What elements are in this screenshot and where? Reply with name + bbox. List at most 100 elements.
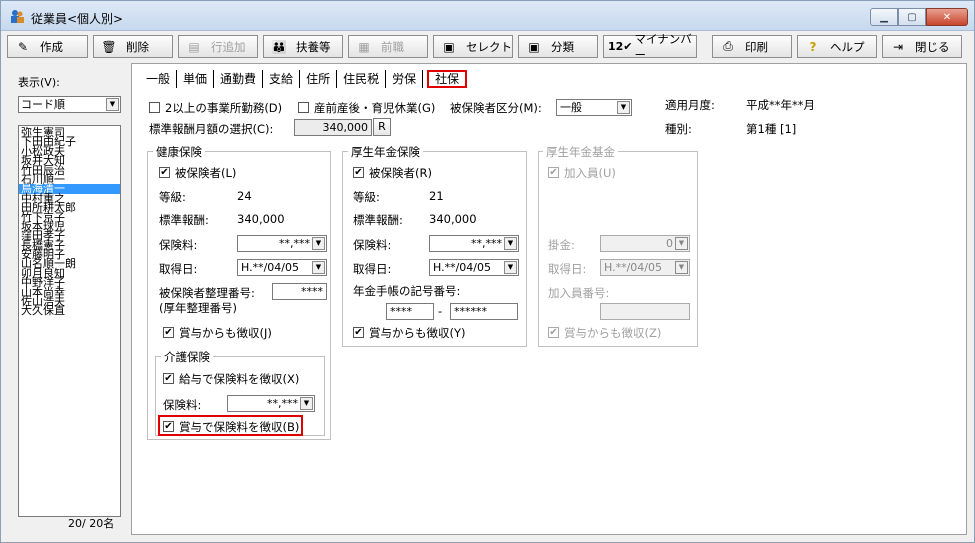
maternity-label: 産前産後・育児休業(G): [314, 101, 436, 115]
pension-book-field-1[interactable]: ****: [386, 303, 434, 320]
insured-class-value: 一般: [560, 101, 582, 114]
fund-premium-field[interactable]: 0 ▼: [600, 235, 690, 252]
family-icon: 👪: [271, 39, 287, 54]
list-item[interactable]: 大久保直: [19, 305, 120, 316]
fund-bonus-label: 賞与からも徴収(Z): [564, 326, 662, 340]
health-std-value: 340,000: [237, 212, 285, 226]
classify-icon: ▣: [528, 39, 540, 54]
tab-4[interactable]: 住所: [300, 70, 338, 88]
fund-number-label: 加入員番号:: [548, 286, 610, 300]
fund-date-value: H.**/04/05: [604, 261, 662, 274]
close-button[interactable]: ⇥ 閉じる: [882, 35, 962, 58]
care-insurance-title: 介護保険: [161, 349, 213, 365]
print-label: 印刷: [745, 39, 768, 54]
health-premium-label: 保険料:: [159, 238, 198, 252]
help-button[interactable]: ? ヘルプ: [797, 35, 877, 58]
fund-member-label: 加入員(U): [564, 166, 616, 180]
pencil-icon: ✎: [17, 39, 29, 54]
tab-bar: 一般 単価 通勤費 支給 住所 住民税 労保 社保: [140, 70, 468, 88]
care-premium-field[interactable]: **,*** ▼: [227, 395, 315, 412]
display-label: 表示(V):: [18, 76, 60, 89]
chevron-down-icon: ▼: [106, 98, 119, 111]
tab-2[interactable]: 通勤費: [214, 70, 264, 88]
health-bonus-checkbox[interactable]: [163, 327, 174, 338]
tab-7[interactable]: 社保: [427, 70, 468, 88]
r-button[interactable]: R: [373, 118, 391, 136]
fund-date-label: 取得日:: [548, 262, 587, 276]
insured-class-label: 被保険者区分(M):: [450, 101, 542, 115]
dependents-label: 扶養等: [296, 39, 331, 54]
pension-title: 厚生年金保険: [348, 144, 423, 160]
delete-button[interactable]: 🗑 削除: [93, 35, 173, 58]
select-label: セレクト: [466, 39, 512, 54]
care-bonus-label: 賞与で保険料を徴収(B): [179, 420, 300, 434]
care-salary-label: 給与で保険料を徴収(X): [179, 372, 300, 386]
table-icon: ▤: [188, 39, 200, 54]
employee-list[interactable]: 弥生憲司 下田由紀子 小松政夫 坂井大知 竹田辰治 石川順一 鳥海清一 中村重之 田所耕太郎 竹下…: [18, 125, 121, 517]
minimize-button[interactable]: ▁: [870, 8, 898, 26]
std-select-field[interactable]: 340,000: [294, 119, 372, 136]
maximize-button[interactable]: ▢: [898, 8, 926, 26]
fund-member-checkbox[interactable]: [548, 167, 559, 178]
care-salary-checkbox[interactable]: [163, 373, 174, 384]
chevron-down-icon: ▼: [675, 237, 688, 250]
pension-book-field-2[interactable]: ******: [450, 303, 518, 320]
tab-6[interactable]: 労保: [386, 70, 424, 88]
close-window-button[interactable]: ✕: [926, 8, 968, 26]
fund-premium-label: 掛金:: [548, 238, 575, 252]
tab-0[interactable]: 一般: [140, 70, 178, 88]
health-number-field[interactable]: ****: [272, 283, 327, 300]
dependents-button[interactable]: 👪 扶養等: [263, 35, 343, 58]
health-insurance-title: 健康保険: [153, 144, 205, 160]
chevron-down-icon: ▼: [617, 101, 630, 114]
mynumber-label: マイナンバー: [634, 31, 692, 62]
pension-premium-value: **,***: [471, 237, 502, 250]
mynumber-button[interactable]: 12✔ マイナンバー: [603, 32, 697, 62]
care-bonus-checkbox[interactable]: [163, 421, 174, 432]
create-button[interactable]: ✎ 作成: [7, 35, 88, 58]
pension-std-label: 標準報酬:: [353, 213, 403, 227]
pension-book-label: 年金手帳の記号番号:: [353, 284, 461, 298]
pension-insured-label: 被保険者(R): [369, 166, 432, 180]
chevron-down-icon: ▼: [504, 261, 517, 274]
detail-panel: 一般 単価 通勤費 支給 住所 住民税 労保 社保 2以上の事業所勤務(D) 産前産後・育児休…: [131, 63, 967, 535]
employee-panel: 表示(V): コード順 ▼ 弥生憲司 下田由紀子 小松政夫 坂井大知 竹田辰治 石川順一鳥…: [6, 63, 126, 535]
insured-class-select[interactable]: 一般 ▼: [556, 99, 632, 116]
classify-label: 分類: [551, 39, 574, 54]
help-icon: ?: [809, 39, 817, 54]
pension-grade-value: 21: [429, 189, 444, 203]
classify-button[interactable]: ▣ 分類: [518, 35, 598, 58]
maternity-checkbox[interactable]: [298, 102, 309, 113]
close-icon: ✕: [942, 11, 952, 23]
fund-date-field[interactable]: H.**/04/05 ▼: [600, 259, 690, 276]
care-premium-value: **,***: [267, 397, 298, 410]
chevron-down-icon: ▼: [312, 261, 325, 274]
fund-bonus-checkbox[interactable]: [548, 327, 559, 338]
multi-office-checkbox[interactable]: [149, 102, 160, 113]
tab-1[interactable]: 単価: [177, 70, 215, 88]
tab-5[interactable]: 住民税: [337, 70, 387, 88]
document-icon: ▦: [358, 39, 370, 54]
kind-value: 第1種 [1]: [746, 122, 797, 136]
pension-bonus-checkbox[interactable]: [353, 327, 364, 338]
tab-3[interactable]: 支給: [263, 70, 301, 88]
pension-date-field[interactable]: H.**/04/05 ▼: [429, 259, 519, 276]
health-date-field[interactable]: H.**/04/05 ▼: [237, 259, 327, 276]
select-button[interactable]: ▣ セレクト: [433, 35, 513, 58]
create-label: 作成: [40, 39, 63, 54]
fund-number-field[interactable]: [600, 303, 690, 320]
health-number-label: 被保険者整理番号:: [159, 286, 255, 300]
print-button[interactable]: ⎙ 印刷: [712, 35, 792, 58]
pension-premium-field[interactable]: **,*** ▼: [429, 235, 519, 252]
health-insured-checkbox[interactable]: [159, 167, 170, 178]
former-job-button[interactable]: ▦ 前職: [348, 35, 428, 58]
close-label: 閉じる: [915, 39, 950, 54]
sort-select[interactable]: コード順 ▼: [18, 96, 121, 113]
health-number-sub: (厚年整理番号): [159, 301, 237, 315]
help-label: ヘルプ: [830, 39, 865, 54]
pension-bonus-label: 賞与からも徴収(Y): [369, 326, 466, 340]
add-row-button[interactable]: ▤ 行追加: [178, 35, 258, 58]
pension-insured-checkbox[interactable]: [353, 167, 364, 178]
add-row-label: 行追加: [211, 39, 246, 54]
health-premium-field[interactable]: **,*** ▼: [237, 235, 327, 252]
